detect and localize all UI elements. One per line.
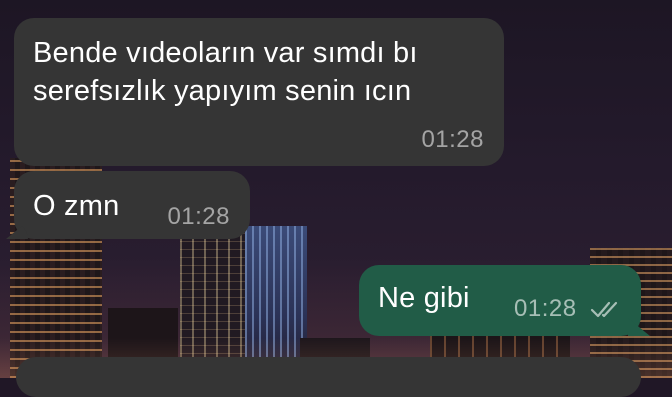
- message-time: 01:28: [167, 203, 230, 230]
- message-text: Ne gibi: [378, 282, 470, 314]
- message-time: 01:28: [514, 295, 577, 322]
- incoming-message-bubble[interactable]: O zmn 01:28: [6, 171, 250, 239]
- message-time: 01:28: [421, 126, 484, 153]
- message-text: Bende vıdeoların var sımdı bı serefsızlı…: [33, 37, 418, 107]
- incoming-message-bubble[interactable]: Bende vıdeoların var sımdı bı serefsızlı…: [14, 18, 504, 166]
- outgoing-message-bubble[interactable]: Ne gibi 01:28: [359, 265, 650, 336]
- message-text: O zmn: [33, 190, 120, 222]
- double-check-icon: [590, 301, 618, 318]
- incoming-message-bubble[interactable]: [16, 357, 641, 397]
